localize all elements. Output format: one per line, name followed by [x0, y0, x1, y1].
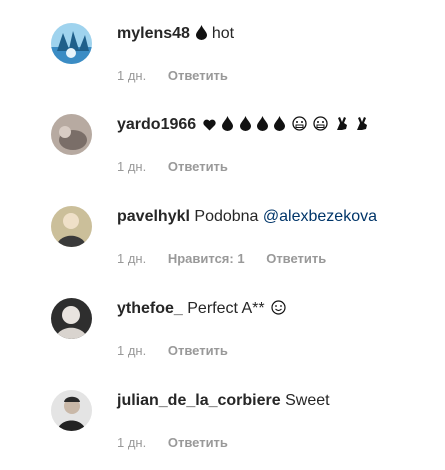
comment-line: ythefoe_ Perfect A**: [117, 298, 286, 320]
comment-text: Podobna: [194, 208, 259, 225]
comment-text: Sweet: [285, 392, 330, 409]
comment-list: mylens48 hot 1 дн. Ответить yardo1966 1 …: [0, 0, 445, 455]
reply-button[interactable]: Ответить: [168, 435, 228, 450]
comment-time[interactable]: 1 дн.: [117, 435, 146, 450]
drop-icon: [239, 116, 251, 131]
drop-icon: [196, 25, 208, 40]
comment-meta: 1 дн. Ответить: [117, 342, 246, 360]
comment-time[interactable]: 1 дн.: [117, 159, 146, 174]
comment-time[interactable]: 1 дн.: [117, 251, 146, 266]
comment-item: mylens48 hot 1 дн. Ответить: [0, 23, 445, 103]
comment-item: yardo1966 1 дн. Ответить: [0, 114, 445, 194]
comment-item: julian_de_la_corbiere Sweet 1 дн. Ответи…: [0, 390, 445, 470]
heart-icon: [202, 119, 216, 131]
comment-line: julian_de_la_corbiere Sweet: [117, 390, 330, 412]
comment-item: ythefoe_ Perfect A** 1 дн. Ответить: [0, 298, 445, 378]
mention-link[interactable]: @alexbezekova: [263, 208, 377, 225]
avatar[interactable]: [51, 114, 92, 155]
reply-button[interactable]: Ответить: [168, 68, 228, 83]
comment-line: yardo1966: [117, 114, 369, 136]
avatar[interactable]: [51, 23, 92, 64]
comment-line: pavelhykl Podobna @alexbezekova: [117, 206, 377, 228]
comment-username[interactable]: julian_de_la_corbiere: [117, 392, 281, 409]
comment-line: mylens48 hot: [117, 23, 234, 45]
comment-meta: 1 дн. Нравится: 1 Ответить: [117, 250, 344, 268]
avatar-image: [51, 206, 92, 247]
avatar[interactable]: [51, 298, 92, 339]
likes-count[interactable]: Нравится: 1: [168, 251, 245, 266]
avatar-image: [51, 298, 92, 339]
grimace-face-icon: [292, 116, 307, 131]
comment-meta: 1 дн. Ответить: [117, 158, 246, 176]
avatar-image: [51, 114, 92, 155]
comment-time[interactable]: 1 дн.: [117, 343, 146, 358]
comment-username[interactable]: yardo1966: [117, 116, 196, 133]
comment-username[interactable]: ythefoe_: [117, 300, 183, 317]
comment-item: pavelhykl Podobna @alexbezekova 1 дн. Нр…: [0, 206, 445, 286]
comment-time[interactable]: 1 дн.: [117, 68, 146, 83]
avatar[interactable]: [51, 390, 92, 431]
avatar-image: [51, 390, 92, 431]
comment-username[interactable]: mylens48: [117, 25, 190, 42]
avatar[interactable]: [51, 206, 92, 247]
ok-hand-icon: [355, 116, 369, 131]
drop-icon: [274, 116, 286, 131]
comment-text: Perfect A**: [187, 300, 265, 317]
comment-meta: 1 дн. Ответить: [117, 67, 246, 85]
drop-icon: [222, 116, 234, 131]
smiley-icon: [271, 300, 286, 315]
grimace-face-icon: [313, 116, 328, 131]
avatar-image: [51, 23, 92, 64]
drop-icon: [256, 116, 268, 131]
reply-button[interactable]: Ответить: [168, 159, 228, 174]
comment-meta: 1 дн. Ответить: [117, 434, 246, 452]
reply-button[interactable]: Ответить: [168, 343, 228, 358]
reply-button[interactable]: Ответить: [266, 251, 326, 266]
comment-text: hot: [211, 25, 235, 42]
ok-hand-icon: [335, 116, 349, 131]
comment-username[interactable]: pavelhykl: [117, 208, 190, 225]
